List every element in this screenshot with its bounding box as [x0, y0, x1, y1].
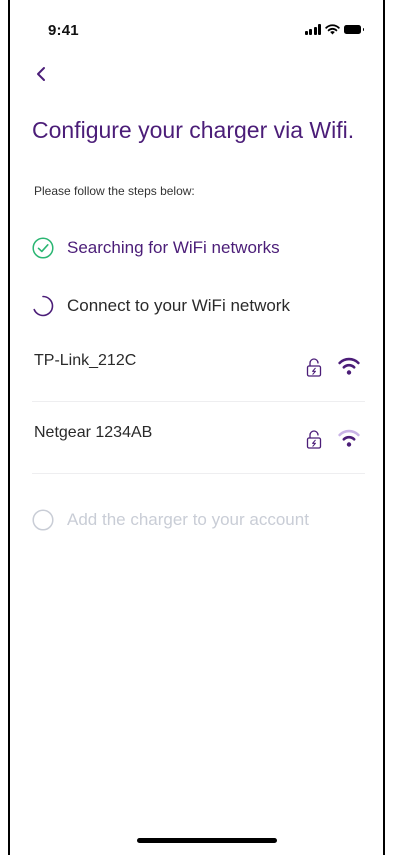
step-connect: Connect to your WiFi network: [32, 295, 290, 317]
status-bar: 9:41: [10, 0, 383, 50]
step-label: Connect to your WiFi network: [67, 296, 290, 315]
empty-circle-icon: [32, 509, 54, 531]
page-title: Configure your charger via Wifi.: [32, 117, 355, 143]
step-label: Searching for WiFi networks: [67, 238, 280, 257]
battery-icon: [344, 25, 364, 34]
wifi-signal-strong-icon: [338, 357, 360, 375]
network-item-netgear[interactable]: Netgear 1234AB: [32, 402, 365, 474]
check-circle-icon: [32, 237, 54, 259]
network-name: TP-Link_212C: [34, 352, 137, 369]
cellular-signal-icon: [304, 24, 321, 35]
step-add-charger: Add the charger to your account: [32, 509, 309, 531]
lock-icon: [306, 430, 322, 449]
home-indicator[interactable]: [137, 838, 277, 843]
step-label: Add the charger to your account: [67, 510, 309, 529]
step-searching: Searching for WiFi networks: [32, 237, 280, 259]
phone-screen: 9:41 Configure your charger via Wifi. Pl…: [8, 0, 385, 855]
network-item-tp-link[interactable]: TP-Link_212C: [32, 330, 365, 402]
page-subtitle: Please follow the steps below:: [34, 184, 195, 198]
status-time: 9:41: [48, 22, 79, 39]
status-icons: [304, 24, 364, 35]
spinner-icon: [33, 295, 54, 317]
back-button[interactable]: [30, 62, 54, 86]
wifi-status-icon: [325, 24, 340, 35]
wifi-signal-weak-icon: [338, 429, 360, 447]
network-name: Netgear 1234AB: [34, 424, 153, 441]
lock-icon: [306, 358, 322, 377]
